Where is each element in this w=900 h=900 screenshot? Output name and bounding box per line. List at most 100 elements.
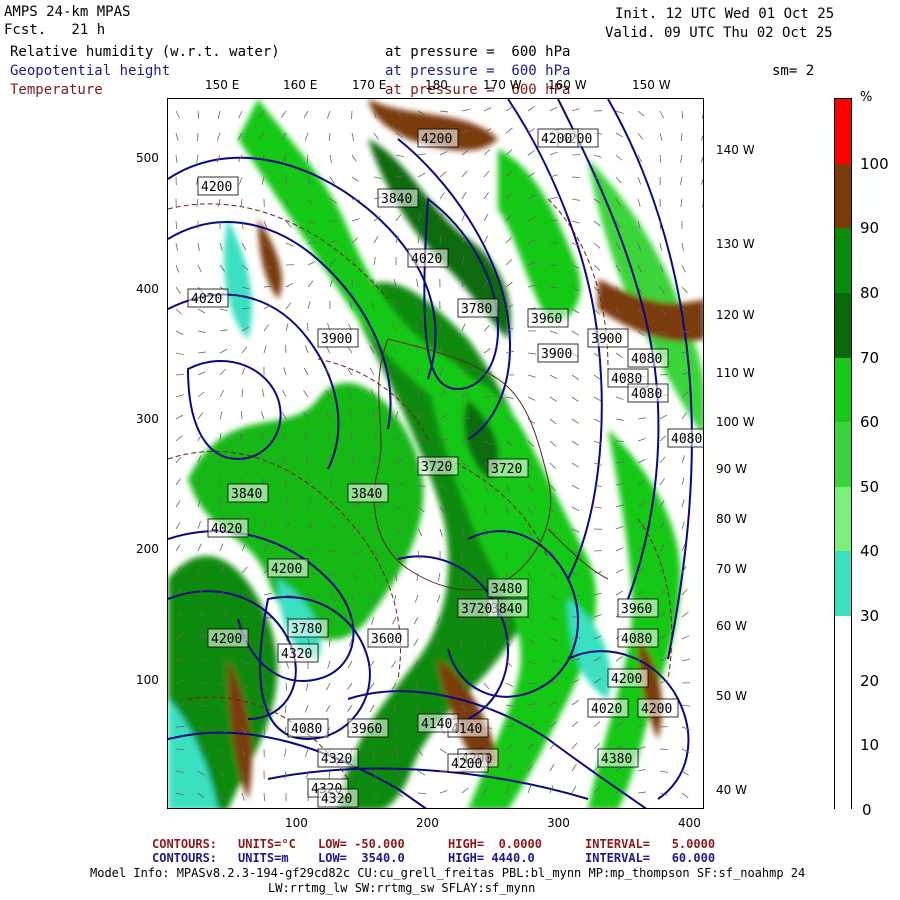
- wind-barb: [680, 176, 683, 185]
- colorbar-segment: [835, 99, 851, 164]
- wind-barb: [571, 462, 579, 468]
- field-rh: Relative humidity (w.r.t. water): [10, 44, 280, 60]
- humidity-colorbar: [834, 98, 852, 810]
- wind-barb: [700, 134, 703, 141]
- footer-height-low: LOW= 3540.0: [318, 851, 405, 865]
- model-title: AMPS 24-km MPAS: [4, 4, 131, 20]
- wind-barb: [461, 191, 467, 200]
- height-label: 3900: [587, 328, 629, 348]
- map-graphic: 4200 4320 4200 4200 4080 4200 4020 4140 4020 3900…: [168, 99, 703, 808]
- wind-barb: [196, 198, 199, 207]
- wind-barb: [347, 682, 353, 690]
- wind-barb: [571, 440, 579, 446]
- height-label: 4380: [597, 748, 639, 768]
- wind-barb: [196, 154, 199, 163]
- height-label: 3900: [317, 328, 359, 348]
- wind-barb: [549, 151, 558, 156]
- footer-height-units: UNITS=m: [238, 851, 289, 865]
- model-info-line2: LW:rrtmg_lw SW:rrtmg_sw SFLAY:sf_mynn: [268, 881, 536, 895]
- height-label-text: 4020: [211, 522, 242, 537]
- wind-barb: [593, 721, 601, 728]
- wind-barb: [571, 484, 580, 490]
- wind-barb: [505, 259, 513, 266]
- lon-top-label: 160 E: [283, 78, 318, 92]
- wind-barb: [659, 132, 663, 141]
- height-label: 3720: [487, 458, 529, 478]
- wind-barb: [304, 132, 309, 141]
- lon-right-label: 60 W: [716, 619, 747, 633]
- valid-time: Valid. 09 UTC Thu 02 Oct 25: [605, 25, 833, 41]
- footer-temp-units: UNITS=°C: [238, 837, 296, 851]
- wind-barb: [461, 213, 466, 222]
- wind-barb: [307, 301, 311, 310]
- wind-barb: [571, 418, 579, 424]
- wind-barb: [305, 345, 309, 354]
- wind-barb: [571, 198, 580, 201]
- wind-barb: [549, 106, 558, 112]
- wind-barb: [680, 132, 683, 142]
- wind-barb: [281, 110, 287, 118]
- lon-top-label: 150 W: [632, 78, 671, 92]
- wind-barb: [527, 128, 535, 134]
- wind-barb: [549, 440, 557, 447]
- height-label-text: 3480: [491, 582, 522, 597]
- wind-barb: [197, 543, 202, 552]
- wind-barb: [197, 521, 201, 530]
- wind-barb: [219, 368, 226, 376]
- colorbar-label: 30: [860, 607, 880, 626]
- height-label: 4200: [417, 128, 459, 148]
- lon-top-label: 180: [425, 78, 448, 92]
- wind-barb: [417, 153, 426, 156]
- height-label: 3780: [457, 298, 499, 318]
- wind-barb: [483, 213, 489, 222]
- height-label-text: 4200: [421, 132, 452, 147]
- height-label-text: 4080: [631, 352, 662, 367]
- wind-barb: [369, 367, 375, 376]
- wind-barb: [527, 374, 536, 378]
- wind-barb: [637, 791, 646, 794]
- footer-temp-high: HIGH= 0.0000: [448, 837, 542, 851]
- height-label-text: 4320: [321, 752, 352, 767]
- height-label-text: 3780: [291, 622, 322, 637]
- height-label: 4020: [207, 518, 249, 538]
- wind-barb: [439, 171, 447, 178]
- wind-barb: [351, 154, 357, 162]
- wind-barb: [681, 792, 689, 799]
- wind-barb: [413, 638, 419, 647]
- wind-barb: [326, 682, 331, 691]
- wind-barb: [615, 418, 624, 421]
- height-label-text: 3840: [351, 487, 382, 502]
- height-label: 4080: [627, 348, 669, 368]
- wind-barb: [593, 374, 601, 380]
- wind-barb: [700, 156, 703, 163]
- lon-top-label: 170 E: [352, 78, 387, 92]
- footer-temp-interval: INTERVAL= 5.0000: [585, 837, 716, 851]
- wind-barb: [571, 308, 580, 314]
- height-label: 3840: [377, 188, 419, 208]
- wind-barb: [175, 264, 180, 273]
- wind-barb: [261, 389, 265, 398]
- wind-barb: [659, 110, 664, 119]
- field-temperature: Temperature: [10, 82, 103, 98]
- height-label-text: 3720: [491, 462, 522, 477]
- wind-barb: [216, 132, 221, 141]
- wind-barb: [659, 456, 666, 464]
- wind-barb: [681, 242, 684, 251]
- map-plot-area[interactable]: 4200 4320 4200 4200 4080 4200 4020 4140 4020 3900…: [167, 98, 704, 809]
- colorbar-label: 10: [860, 736, 880, 755]
- wind-barb: [285, 282, 294, 288]
- height-label: 3480: [487, 578, 529, 598]
- height-label-text: 3900: [591, 332, 622, 347]
- lon-right-label: 100 W: [716, 415, 755, 429]
- height-label: 3900: [537, 343, 579, 363]
- colorbar-segment: [835, 292, 851, 358]
- wind-barb: [439, 790, 448, 794]
- wind-barb: [571, 396, 579, 402]
- wind-barb: [326, 110, 331, 119]
- wind-barb: [219, 348, 228, 354]
- wind-barb: [571, 506, 580, 512]
- wind-barb: [391, 660, 397, 668]
- y-tick-label: 400: [136, 282, 159, 296]
- height-label: 4320: [317, 748, 359, 768]
- colorbar-segment: [835, 551, 851, 617]
